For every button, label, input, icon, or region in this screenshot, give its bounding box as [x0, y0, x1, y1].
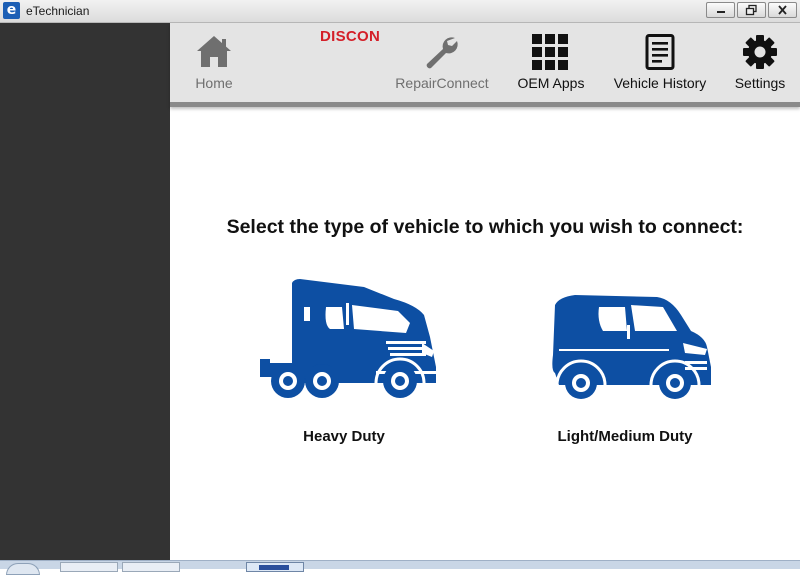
close-button[interactable]	[768, 2, 797, 18]
home-icon	[197, 36, 231, 67]
nav-oem-apps[interactable]: OEM Apps	[512, 23, 590, 102]
wrench-icon	[426, 37, 458, 69]
document-icon	[645, 34, 675, 70]
restore-button[interactable]	[737, 2, 766, 18]
taskbar-button-active[interactable]	[246, 562, 304, 572]
nav-vehicle-history-label: Vehicle History	[613, 75, 707, 91]
heavy-duty-option[interactable]: Heavy Duty	[234, 275, 454, 455]
taskbar-button[interactable]	[122, 562, 180, 572]
minimize-button[interactable]	[706, 2, 735, 18]
close-icon	[778, 5, 787, 15]
heavy-duty-label: Heavy Duty	[303, 428, 385, 445]
connection-status: DISCON	[320, 28, 381, 45]
app-logo-icon: e	[3, 2, 20, 19]
light-medium-duty-option[interactable]: Light/Medium Duty	[515, 275, 735, 455]
nav-settings-label: Settings	[734, 75, 786, 91]
sidebar	[0, 23, 170, 560]
top-toolbar: DISCON Home RepairConnect OEM Apps Vehic…	[170, 23, 800, 107]
window-title: eTechnician	[26, 4, 90, 18]
nav-vehicle-history[interactable]: Vehicle History	[610, 23, 710, 102]
nav-oem-apps-label: OEM Apps	[517, 75, 585, 91]
gear-icon	[743, 35, 777, 69]
light-medium-duty-label: Light/Medium Duty	[557, 428, 693, 445]
van-icon	[552, 295, 711, 399]
taskbar-button[interactable]	[60, 562, 118, 572]
nav-home-label: Home	[195, 75, 233, 91]
nav-repairconnect-label: RepairConnect	[395, 75, 489, 91]
window-titlebar: e eTechnician	[0, 0, 800, 23]
nav-settings[interactable]: Settings	[728, 23, 792, 102]
nav-repairconnect[interactable]: RepairConnect	[394, 23, 490, 102]
grid-icon	[532, 34, 568, 70]
vehicle-select-prompt: Select the type of vehicle to which you …	[226, 216, 744, 238]
nav-home[interactable]: Home	[184, 23, 244, 102]
minimize-icon	[717, 11, 725, 13]
semi-truck-icon	[260, 279, 436, 398]
start-button[interactable]	[6, 563, 40, 575]
restore-icon	[745, 4, 757, 16]
window-controls	[706, 2, 797, 18]
